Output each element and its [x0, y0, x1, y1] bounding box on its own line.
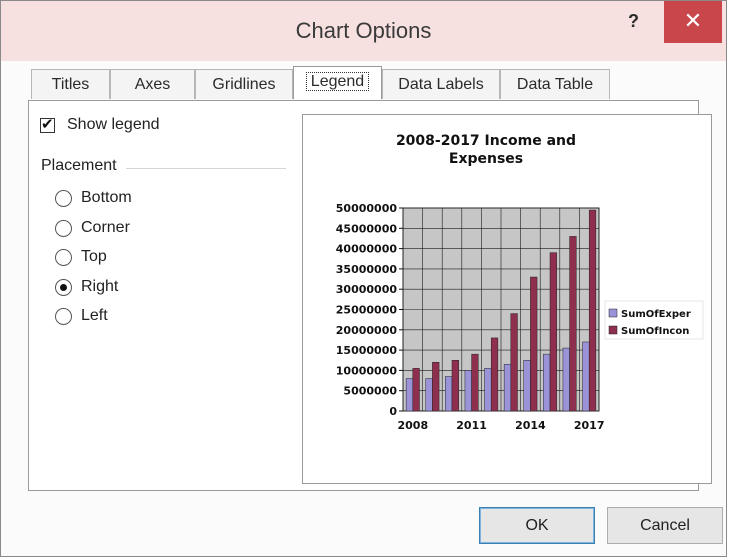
bar-SumOfExper-2008	[405, 378, 414, 412]
y-tick-label: 15000000	[336, 344, 398, 357]
tab-titles[interactable]: Titles	[31, 69, 110, 99]
bar-SumOfIncon-2017	[588, 209, 597, 412]
bar-SumOfIncon-2013	[510, 313, 518, 412]
placement-top-label[interactable]: Top	[81, 248, 107, 266]
y-tick-label: 30000000	[336, 283, 398, 296]
bar-SumOfExper-2011	[464, 370, 472, 412]
bar-SumOfExper-2009	[425, 378, 433, 412]
bar-SumOfIncon-2012	[490, 337, 499, 412]
y-tick-label: 50000000	[336, 202, 398, 215]
bar-SumOfExper-2014	[523, 360, 531, 412]
placement-corner-label[interactable]: Corner	[81, 219, 130, 237]
y-tick-label: 0	[389, 405, 397, 418]
tab-legend-label: Legend	[305, 72, 370, 91]
bar-SumOfIncon-2015	[549, 252, 557, 412]
cancel-button[interactable]: Cancel	[607, 507, 723, 544]
legend-label-SumOfIncon: SumOfIncon	[621, 326, 689, 337]
y-tick-label: 40000000	[336, 243, 398, 256]
x-tick-label: 2008	[397, 419, 428, 432]
chart-title-line-1: 2008-2017 Income and	[396, 133, 576, 149]
bar-SumOfExper-2012	[484, 368, 492, 412]
chart-preview: 2008-2017 Income and Expenses 0 5000000 1000…	[302, 114, 712, 484]
bar-SumOfIncon-2014	[530, 276, 538, 412]
placement-bottom-radio[interactable]	[55, 190, 72, 207]
placement-group-divider	[126, 168, 286, 169]
placement-bottom-label[interactable]: Bottom	[81, 189, 132, 207]
placement-left-label[interactable]: Left	[81, 307, 108, 325]
bar-SumOfIncon-2010	[451, 360, 459, 412]
bar-SumOfExper-2016	[562, 347, 570, 412]
placement-top-radio[interactable]	[55, 249, 72, 266]
title-bar: Chart Options ? ✕	[1, 1, 726, 61]
y-tick-label: 25000000	[336, 304, 398, 317]
help-icon[interactable]: ?	[628, 11, 639, 32]
bar-SumOfIncon-2009	[432, 362, 440, 412]
bar-SumOfIncon-2011	[471, 353, 479, 412]
bar-SumOfIncon-2016	[569, 236, 577, 412]
legend-label-SumOfExper: SumOfExper	[621, 309, 691, 320]
y-tick-label: 10000000	[336, 364, 398, 377]
legend-swatch-SumOfIncon	[608, 325, 618, 335]
placement-corner-radio[interactable]	[55, 220, 72, 237]
bar-SumOfIncon-2008	[412, 368, 420, 412]
placement-right-radio[interactable]	[55, 279, 72, 296]
placement-group-label: Placement	[41, 157, 117, 174]
bar-SumOfExper-2010	[445, 376, 453, 412]
y-tick-label: 35000000	[336, 263, 398, 276]
bar-SumOfExper-2015	[543, 353, 551, 412]
bar-SumOfExper-2017	[582, 341, 590, 412]
legend-swatch-SumOfExper	[608, 308, 618, 318]
x-tick-label: 2017	[574, 419, 605, 432]
y-tick-label: 45000000	[336, 222, 398, 235]
y-tick-label: 20000000	[336, 324, 398, 337]
chart-title-line-2: Expenses	[449, 151, 523, 167]
show-legend-checkbox[interactable]	[40, 115, 55, 133]
chart-options-dialog: Chart Options ? ✕ Titles Axes Gridlines …	[0, 0, 727, 557]
y-tick-label: 5000000	[343, 385, 397, 398]
chart-svg: 2008-2017 Income and Expenses 0 5000000 1000…	[336, 133, 704, 432]
placement-left-radio[interactable]	[55, 308, 72, 325]
tab-gridlines[interactable]: Gridlines	[195, 69, 293, 99]
tab-data-table[interactable]: Data Table	[500, 69, 610, 99]
bar-SumOfExper-2013	[503, 364, 512, 412]
x-tick-label: 2014	[515, 419, 546, 432]
dialog-title: Chart Options	[295, 18, 432, 43]
tab-legend[interactable]: Legend	[293, 66, 382, 99]
placement-right-label[interactable]: Right	[81, 278, 118, 296]
tab-data-labels[interactable]: Data Labels	[382, 69, 500, 99]
ok-button[interactable]: OK	[479, 507, 595, 544]
tab-axes[interactable]: Axes	[110, 69, 195, 99]
x-tick-label: 2011	[456, 419, 487, 432]
close-button[interactable]: ✕	[664, 1, 722, 43]
show-legend-label[interactable]: Show legend	[67, 116, 160, 134]
